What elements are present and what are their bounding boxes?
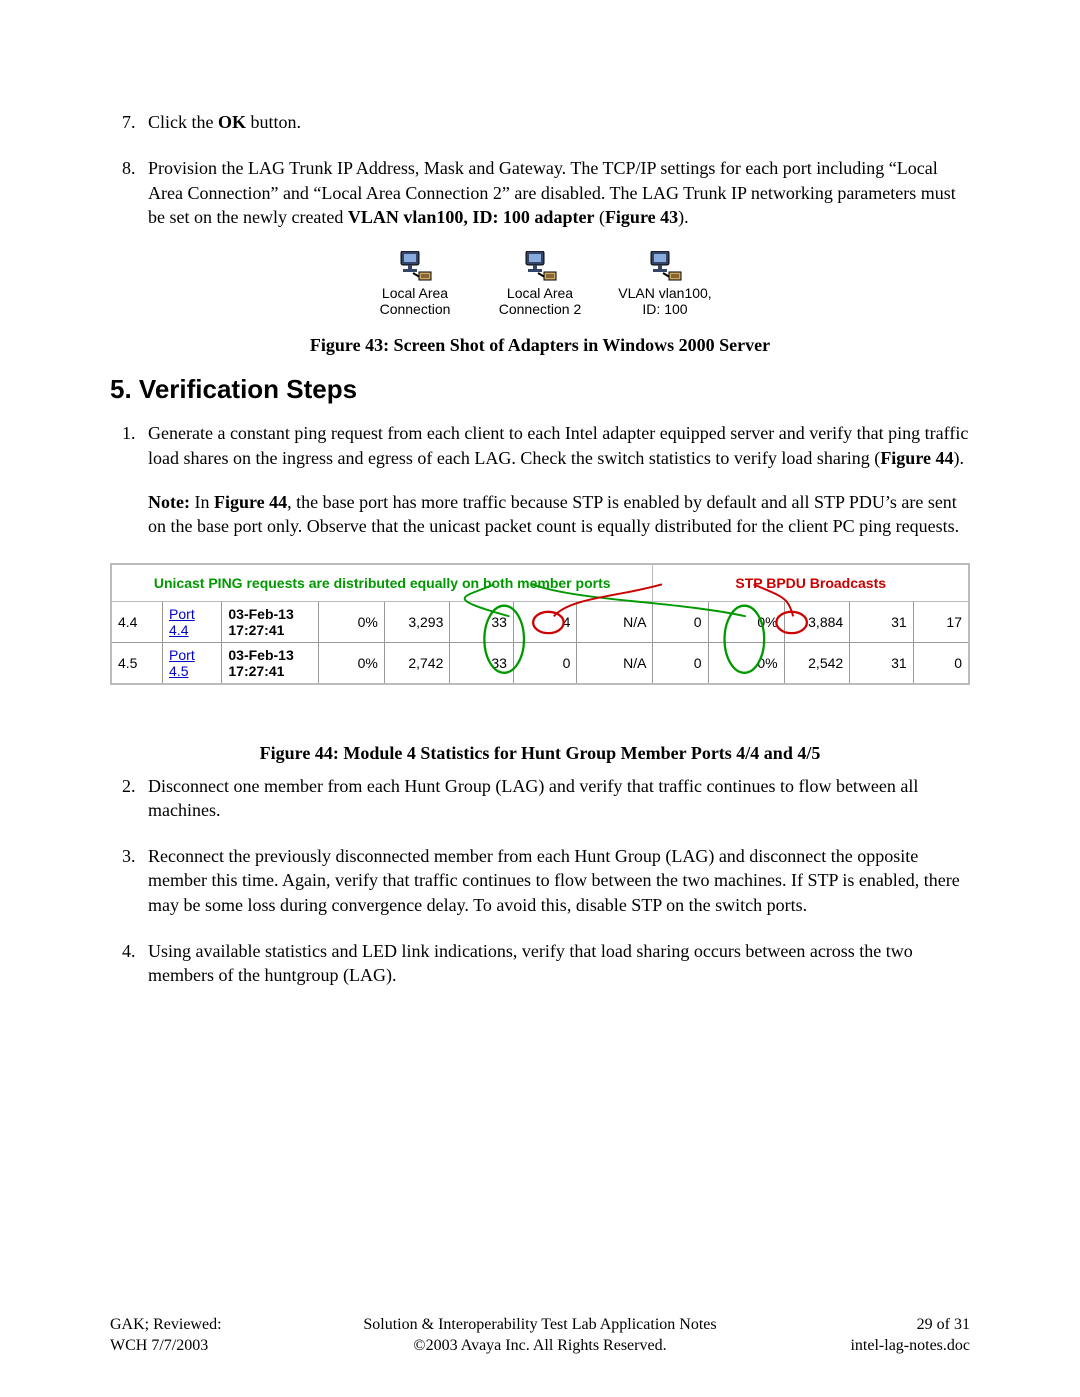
- step-list-b-cont: Disconnect one member from each Hunt Gro…: [110, 774, 970, 988]
- step-text: Using available statistics and LED link …: [148, 939, 970, 988]
- adapter-label: Local Area: [507, 285, 573, 301]
- footer-center: Solution & Interoperability Test Lab App…: [310, 1315, 770, 1357]
- figure-43-caption: Figure 43: Screen Shot of Adapters in Wi…: [110, 335, 970, 356]
- step-text: Click the OK button.: [148, 110, 970, 134]
- network-adapter-icon: [647, 251, 683, 281]
- section-heading: 5. Verification Steps: [110, 374, 970, 405]
- adapter-icons-row: Local Area Connection Local Area Connect…: [110, 251, 970, 317]
- port-link[interactable]: Port4.5: [169, 647, 195, 679]
- adapter-item: Local Area Connection: [368, 251, 463, 317]
- step-item: Disconnect one member from each Hunt Gro…: [140, 774, 970, 823]
- step-text: Provision the LAG Trunk IP Address, Mask…: [148, 156, 970, 229]
- figure-44-caption: Figure 44: Module 4 Statistics for Hunt …: [110, 743, 970, 764]
- adapter-label: Connection 2: [499, 301, 582, 317]
- adapter-label: VLAN vlan100,: [618, 285, 711, 301]
- step-item: Reconnect the previously disconnected me…: [140, 844, 970, 917]
- network-adapter-icon: [522, 251, 558, 281]
- adapter-item: Local Area Connection 2: [493, 251, 588, 317]
- port-link[interactable]: Port4.4: [169, 606, 195, 638]
- step-item: Using available statistics and LED link …: [140, 939, 970, 988]
- adapter-item: VLAN vlan100, ID: 100: [618, 251, 713, 317]
- step-text: Disconnect one member from each Hunt Gro…: [148, 774, 970, 823]
- footer-left: GAK; Reviewed: WCH 7/7/2003: [110, 1315, 310, 1357]
- adapter-label: ID: 100: [642, 301, 687, 317]
- stats-header-green: Unicast PING requests are distributed eq…: [154, 575, 611, 591]
- step-item: Provision the LAG Trunk IP Address, Mask…: [140, 156, 970, 229]
- step-note: Note: In Figure 44, the base port has mo…: [148, 490, 970, 539]
- page-footer: GAK; Reviewed: WCH 7/7/2003 Solution & I…: [110, 1315, 970, 1357]
- table-row: 4.5 Port4.5 03-Feb-1317:27:41 0% 2,742 3…: [111, 642, 969, 684]
- step-list-a: Click the OK button. Provision the LAG T…: [110, 110, 970, 229]
- adapter-label: Connection: [380, 301, 451, 317]
- adapter-label: Local Area: [382, 285, 448, 301]
- stats-header-table: Unicast PING requests are distributed eq…: [110, 563, 970, 685]
- step-text: Reconnect the previously disconnected me…: [148, 844, 970, 917]
- step-item: Generate a constant ping request from ea…: [140, 421, 970, 538]
- stats-header-red: STP BPDU Broadcasts: [735, 575, 886, 591]
- step-list-b: Generate a constant ping request from ea…: [110, 421, 970, 538]
- network-adapter-icon: [397, 251, 433, 281]
- step-item: Click the OK button.: [140, 110, 970, 134]
- footer-right: 29 of 31 intel-lag-notes.doc: [770, 1315, 970, 1357]
- step-text: Generate a constant ping request from ea…: [148, 421, 970, 470]
- figure-44-stats: Unicast PING requests are distributed eq…: [110, 563, 970, 685]
- document-page: Click the OK button. Provision the LAG T…: [0, 0, 1080, 1397]
- table-row: 4.4 Port4.4 03-Feb-1317:27:41 0% 3,293 3…: [111, 601, 969, 642]
